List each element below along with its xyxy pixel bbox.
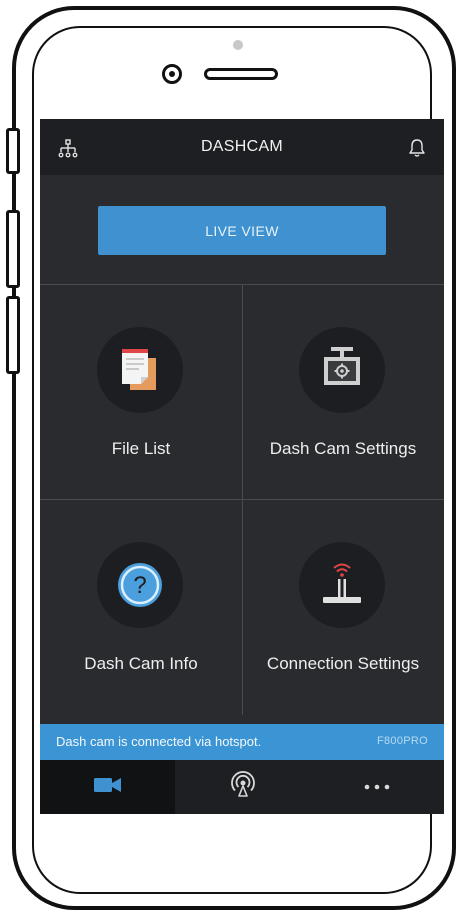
router-icon [299, 542, 385, 628]
earpiece-speaker [204, 68, 278, 80]
tile-connection-settings[interactable]: Connection Settings [242, 500, 444, 715]
live-view-section: LIVE VIEW [40, 175, 444, 284]
app-screen: DASHCAM LIVE VIEW File List Dash Cam Set… [40, 119, 444, 814]
phone-volume-up [6, 210, 20, 288]
tile-file-list[interactable]: File List [40, 285, 242, 500]
tile-label: Dash Cam Settings [269, 439, 417, 458]
top-bar: DASHCAM [40, 119, 444, 175]
svg-text:?: ? [133, 572, 146, 599]
tile-label: File List [111, 439, 171, 458]
tile-dashcam-info[interactable]: ? Dash Cam Info [40, 500, 242, 715]
tile-label: Connection Settings [266, 654, 420, 673]
tile-dashcam-settings[interactable]: Dash Cam Settings [242, 285, 444, 500]
file-list-icon [97, 327, 183, 413]
tab-more[interactable] [310, 760, 444, 814]
question-icon: ? [97, 542, 183, 628]
proximity-sensor [162, 64, 182, 84]
menu-grid: File List Dash Cam Settings ? Dash Cam I… [40, 284, 444, 715]
phone-mute-switch [6, 128, 20, 174]
bottom-tab-bar [40, 760, 444, 814]
bell-icon[interactable] [408, 138, 426, 158]
broadcast-icon [229, 770, 257, 804]
dashcam-settings-icon [299, 327, 385, 413]
front-camera [233, 40, 243, 50]
connection-status-bar: Dash cam is connected via hotspot. F800P… [40, 724, 444, 760]
video-camera-icon [93, 775, 123, 800]
tab-camera[interactable] [40, 760, 175, 814]
device-model: F800PRO [376, 735, 428, 747]
tile-label: Dash Cam Info [84, 654, 198, 673]
phone-volume-down [6, 296, 20, 374]
live-view-button[interactable]: LIVE VIEW [98, 206, 386, 255]
tab-broadcast[interactable] [175, 760, 310, 814]
page-title: DASHCAM [200, 138, 284, 155]
status-message: Dash cam is connected via hotspot. [56, 734, 262, 749]
more-icon [362, 778, 392, 796]
